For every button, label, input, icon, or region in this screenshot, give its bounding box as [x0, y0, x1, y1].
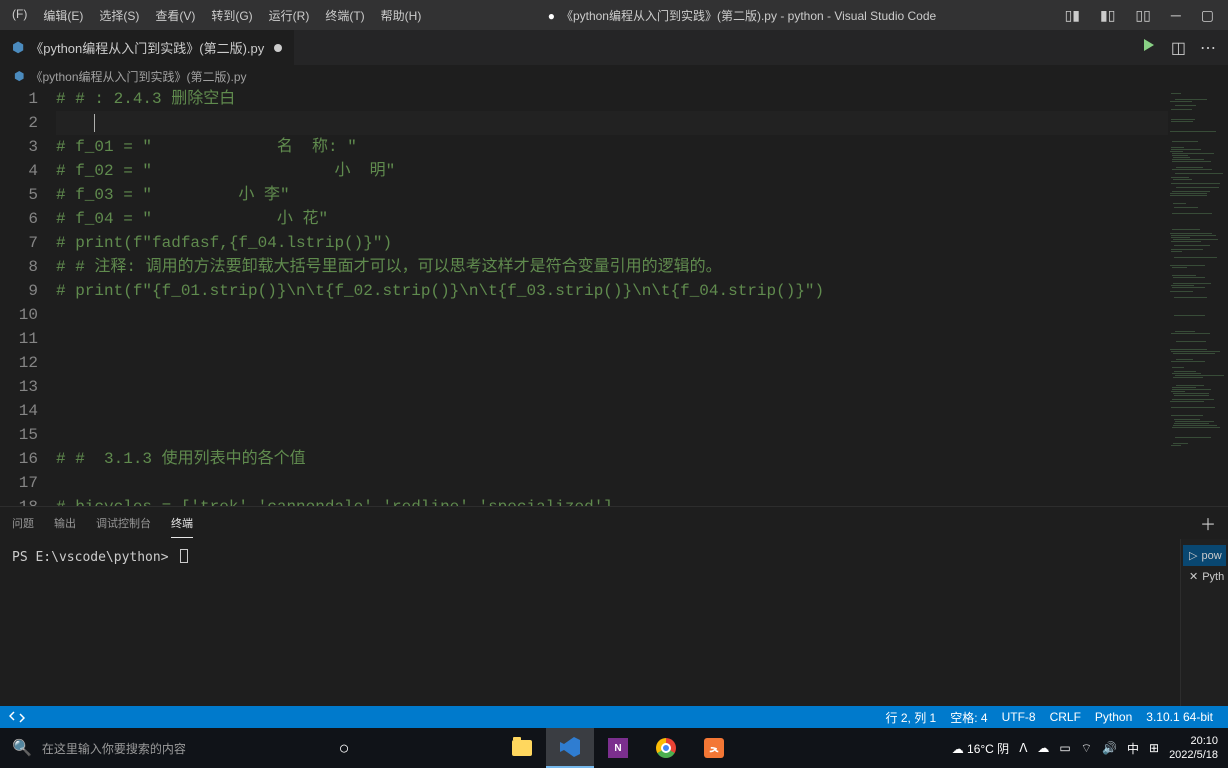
- remote-indicator[interactable]: [0, 706, 34, 728]
- app-vscode[interactable]: [546, 728, 594, 768]
- app-chrome[interactable]: [642, 728, 690, 768]
- window-title: ●《python编程从入门到实践》(第二版).py - python - Vis…: [429, 7, 1054, 24]
- status-bar: 行 2, 列 1 空格: 4 UTF-8 CRLF Python 3.10.1 …: [0, 706, 1228, 728]
- menu-run[interactable]: 运行(R): [261, 1, 318, 30]
- terminal-item-powershell[interactable]: ▷ pow: [1183, 545, 1226, 566]
- search-placeholder: 在这里输入你要搜索的内容: [42, 740, 186, 757]
- powershell-icon: ▷: [1189, 549, 1197, 562]
- tab-active[interactable]: ⬢ 《python编程从入门到实践》(第二版).py: [0, 30, 295, 65]
- editor-area: 12345678910111213141516171819 # # : 2.4.…: [0, 87, 1228, 506]
- layout-grid-icon[interactable]: ▯▯: [1125, 1, 1160, 30]
- status-line-col[interactable]: 行 2, 列 1: [879, 709, 944, 726]
- onedrive-icon[interactable]: ☁: [1037, 741, 1049, 755]
- weather-widget[interactable]: ☁ 16°C 阴: [952, 740, 1010, 757]
- taskbar-clock[interactable]: 20:10 2022/5/18: [1169, 734, 1218, 762]
- system-tray: ☁ 16°C 阴 ᐱ ☁ ▭ ⌔ 🔊 中 ⊞ 20:10 2022/5/18: [952, 734, 1228, 762]
- panel-tab-output[interactable]: 输出: [54, 509, 76, 537]
- panel-tab-problems[interactable]: 问题: [12, 509, 34, 537]
- wifi-icon[interactable]: ⌔: [1081, 741, 1092, 756]
- menu-view[interactable]: 查看(V): [147, 1, 203, 30]
- app-xampp[interactable]: ﺤ: [690, 728, 738, 768]
- layout-toggle2-icon[interactable]: ▮▯: [1090, 1, 1125, 30]
- python-file-icon: ⬢: [14, 69, 24, 83]
- terminal-item-python[interactable]: ✕ Pyth: [1183, 566, 1226, 587]
- menu-file[interactable]: (F): [4, 1, 35, 30]
- new-terminal-icon[interactable]: ＋: [1200, 511, 1216, 535]
- minimize-button[interactable]: ─: [1161, 1, 1191, 30]
- split-editor-icon[interactable]: ◫: [1171, 38, 1186, 58]
- menu-help[interactable]: 帮助(H): [373, 1, 430, 30]
- ime-mode-icon[interactable]: ⊞: [1149, 741, 1159, 755]
- onenote-icon: N: [608, 738, 628, 758]
- tab-label: 《python编程从入门到实践》(第二版).py: [30, 38, 264, 57]
- layout-toggle-icon[interactable]: ▯▮: [1055, 1, 1090, 30]
- panel-tabs: 问题 输出 调试控制台 终端 ＋: [0, 507, 1228, 539]
- status-spaces[interactable]: 空格: 4: [943, 709, 994, 726]
- tab-modified-icon: [274, 44, 282, 52]
- breadcrumb[interactable]: ⬢ 《python编程从入门到实践》(第二版).py: [0, 65, 1228, 87]
- terminal-list: ▷ pow ✕ Pyth: [1180, 539, 1228, 706]
- line-number-gutter: 12345678910111213141516171819: [0, 87, 56, 506]
- app-onenote[interactable]: N: [594, 728, 642, 768]
- minimap[interactable]: [1168, 87, 1228, 506]
- ime-indicator[interactable]: 中: [1127, 740, 1139, 757]
- status-interpreter[interactable]: 3.10.1 64-bit: [1139, 710, 1220, 724]
- cortana-button[interactable]: ○: [320, 728, 368, 768]
- menu-go[interactable]: 转到(G): [203, 1, 260, 30]
- battery-icon[interactable]: ▭: [1059, 741, 1070, 755]
- status-language[interactable]: Python: [1088, 710, 1139, 724]
- vscode-icon: [560, 737, 580, 757]
- tray-chevron-icon[interactable]: ᐱ: [1019, 741, 1027, 755]
- folder-icon: [512, 740, 532, 756]
- menu-terminal[interactable]: 终端(T): [317, 1, 372, 30]
- menu-selection[interactable]: 选择(S): [91, 1, 147, 30]
- code-editor[interactable]: 12345678910111213141516171819 # # : 2.4.…: [0, 87, 1168, 506]
- taskbar-apps: N ﺤ: [498, 728, 738, 768]
- terminal-cursor-icon: [180, 549, 188, 563]
- volume-icon[interactable]: 🔊: [1102, 741, 1117, 755]
- breadcrumb-label: 《python编程从入门到实践》(第二版).py: [30, 68, 246, 85]
- taskbar-search[interactable]: 🔍 在这里输入你要搜索的内容: [0, 728, 320, 768]
- title-bar: (F) 编辑(E) 选择(S) 查看(V) 转到(G) 运行(R) 终端(T) …: [0, 0, 1228, 30]
- menu-bar: (F) 编辑(E) 选择(S) 查看(V) 转到(G) 运行(R) 终端(T) …: [0, 1, 429, 30]
- panel-tab-terminal[interactable]: 终端: [171, 509, 193, 538]
- search-icon: 🔍: [12, 738, 32, 758]
- modified-dot-icon: ●: [548, 9, 555, 23]
- maximize-button[interactable]: ▢: [1191, 1, 1224, 30]
- menu-edit[interactable]: 编辑(E): [35, 1, 91, 30]
- terminal-prompt: PS E:\vscode\python>: [12, 550, 169, 565]
- terminal[interactable]: PS E:\vscode\python>: [0, 539, 1180, 706]
- chrome-icon: [656, 738, 676, 758]
- run-button[interactable]: [1141, 37, 1157, 58]
- panel-tab-debug[interactable]: 调试控制台: [96, 509, 151, 537]
- status-eol[interactable]: CRLF: [1043, 710, 1088, 724]
- python-file-icon: ⬢: [12, 39, 24, 56]
- code-content[interactable]: # # : 2.4.3 删除空白 # f_01 = " 名 称: "# f_02…: [56, 87, 1168, 506]
- bottom-panel: 问题 输出 调试控制台 终端 ＋ PS E:\vscode\python> ▷ …: [0, 506, 1228, 706]
- app-explorer[interactable]: [498, 728, 546, 768]
- xampp-icon: ﺤ: [704, 738, 724, 758]
- more-actions-icon[interactable]: ⋯: [1200, 38, 1216, 58]
- windows-taskbar: 🔍 在这里输入你要搜索的内容 ○ N ﺤ ☁ 16°C 阴 ᐱ ☁ ▭ ⌔ 🔊 …: [0, 728, 1228, 768]
- editor-tabs: ⬢ 《python编程从入门到实践》(第二版).py ◫ ⋯: [0, 30, 1228, 65]
- status-encoding[interactable]: UTF-8: [995, 710, 1043, 724]
- window-controls: ▯▮ ▮▯ ▯▯ ─ ▢: [1055, 1, 1228, 30]
- kill-terminal-icon: ✕: [1189, 570, 1198, 583]
